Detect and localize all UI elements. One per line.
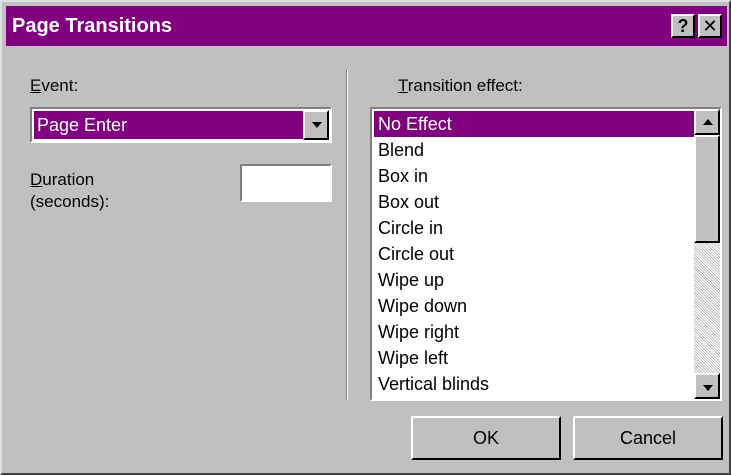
- window-title: Page Transitions: [12, 15, 173, 37]
- chevron-down-icon: [312, 122, 322, 128]
- event-label: Event:: [30, 76, 79, 95]
- title-bar[interactable]: Page Transitions ? ✕: [6, 6, 727, 46]
- list-item[interactable]: Blend: [374, 137, 694, 163]
- list-item[interactable]: Vertical blinds: [374, 371, 694, 397]
- duration-label: Duration (seconds):: [30, 170, 110, 211]
- arrow-up-icon: [703, 119, 713, 125]
- event-dropdown-button[interactable]: [303, 110, 329, 140]
- list-item[interactable]: Box out: [374, 189, 694, 215]
- cancel-button[interactable]: Cancel: [573, 416, 723, 460]
- ok-button[interactable]: OK: [411, 416, 561, 460]
- event-select[interactable]: Page Enter: [30, 107, 332, 143]
- list-item[interactable]: Box in: [374, 163, 694, 189]
- close-button[interactable]: ✕: [698, 14, 722, 38]
- list-item[interactable]: Circle in: [374, 215, 694, 241]
- scroll-down-button[interactable]: [694, 373, 720, 399]
- transition-effect-list[interactable]: No Effect Blend Box in Box out Circle in…: [370, 107, 722, 401]
- list-item[interactable]: Wipe right: [374, 319, 694, 345]
- list-scrollbar[interactable]: [694, 109, 720, 399]
- list-item[interactable]: Wipe up: [374, 267, 694, 293]
- event-selected-value: Page Enter: [34, 111, 304, 139]
- page-transitions-dialog: Page Transitions ? ✕ Event: Page Enter D…: [0, 0, 731, 475]
- divider: [346, 70, 348, 400]
- transition-effect-label: Transition effect:: [398, 76, 523, 95]
- scroll-thumb[interactable]: [694, 135, 720, 243]
- list-item[interactable]: Wipe down: [374, 293, 694, 319]
- transition-list-items: No Effect Blend Box in Box out Circle in…: [374, 111, 694, 397]
- help-button[interactable]: ?: [671, 14, 695, 38]
- arrow-down-icon: [703, 385, 713, 391]
- list-item[interactable]: Wipe left: [374, 345, 694, 371]
- duration-input[interactable]: [240, 164, 332, 202]
- list-item[interactable]: No Effect: [374, 111, 694, 137]
- list-item[interactable]: Circle out: [374, 241, 694, 267]
- scroll-up-button[interactable]: [694, 109, 720, 135]
